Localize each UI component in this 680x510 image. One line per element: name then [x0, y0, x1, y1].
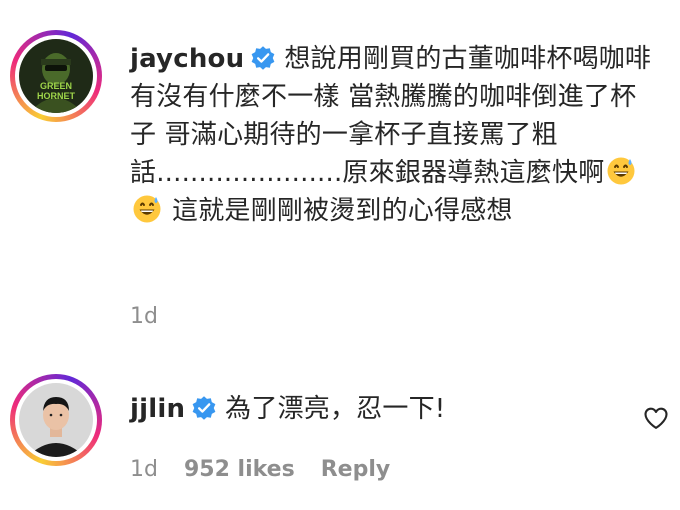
- comment-meta: 1d 952 likes Reply: [130, 457, 416, 482]
- likes-count[interactable]: 952 likes: [184, 457, 295, 482]
- story-ring[interactable]: [10, 374, 102, 466]
- username-link[interactable]: jjlin: [130, 394, 185, 424]
- green-hornet-avatar-icon: GREEN HORNET: [19, 39, 93, 113]
- heart-outline-icon[interactable]: [642, 404, 670, 432]
- comment-body: jjlin 為了漂亮，忍一下!: [130, 390, 660, 428]
- grinning-sweat-emoji-icon: [607, 157, 635, 185]
- avatar-jjlin[interactable]: [19, 383, 93, 457]
- avatar-logo-text-1: GREEN: [40, 81, 72, 91]
- comment-text-end: 這就是剛剛被燙到的心得感想: [172, 196, 513, 226]
- story-ring[interactable]: GREEN HORNET: [10, 30, 102, 122]
- comment-meta: 1d: [130, 304, 184, 329]
- verified-badge-icon: [192, 396, 216, 420]
- person-avatar-icon: [19, 383, 93, 457]
- avatar-jaychou[interactable]: GREEN HORNET: [19, 39, 93, 113]
- verified-badge-icon: [251, 46, 275, 70]
- timestamp[interactable]: 1d: [130, 457, 158, 482]
- grinning-sweat-emoji-icon: [133, 195, 161, 223]
- comment-text: 為了漂亮，忍一下!: [225, 394, 446, 424]
- username-link[interactable]: jaychou: [130, 44, 244, 74]
- reply-button[interactable]: Reply: [321, 457, 391, 482]
- timestamp[interactable]: 1d: [130, 304, 158, 329]
- avatar-logo-text-2: HORNET: [37, 91, 76, 101]
- comment-body: jaychou 想說用剛買的古董咖啡杯喝咖啡有沒有什麼不一樣 當熱騰騰的咖啡倒進了…: [130, 40, 660, 230]
